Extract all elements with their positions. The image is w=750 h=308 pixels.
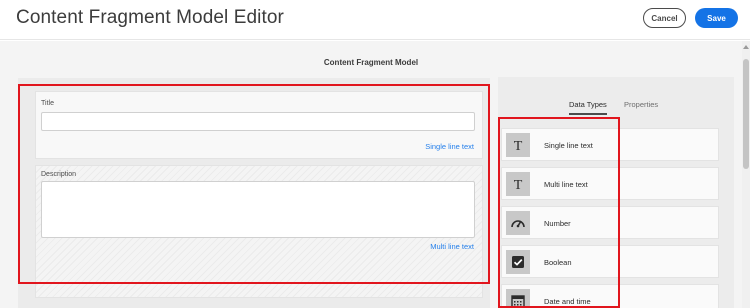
scroll-up-icon[interactable]	[743, 45, 749, 49]
model-heading: Content Fragment Model	[323, 58, 419, 67]
scroll-thumb[interactable]	[743, 59, 749, 169]
page-scrollbar[interactable]	[742, 41, 750, 308]
highlight-model-fields	[18, 84, 490, 284]
cancel-button[interactable]: Cancel	[643, 8, 686, 28]
tab-properties[interactable]: Properties	[624, 100, 658, 109]
save-button[interactable]: Save	[695, 8, 738, 28]
app-header: Content Fragment Model Editor Cancel Sav…	[0, 0, 750, 40]
highlight-data-types	[498, 117, 620, 308]
tab-data-types[interactable]: Data Types	[569, 100, 607, 115]
page-title: Content Fragment Model Editor	[16, 7, 284, 28]
